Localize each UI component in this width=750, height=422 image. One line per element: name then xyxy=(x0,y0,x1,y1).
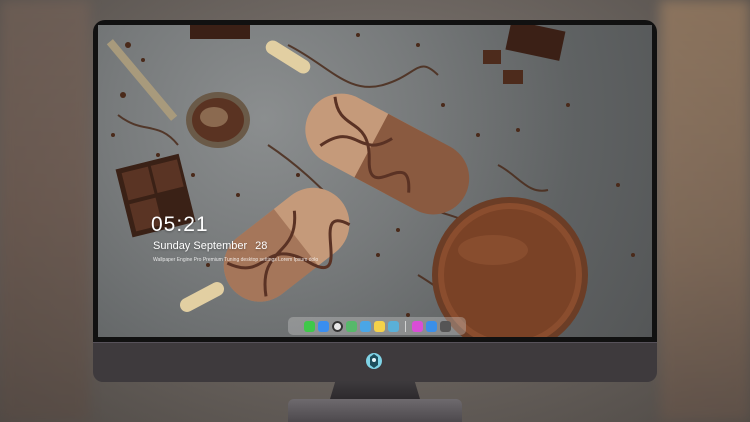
system-icon[interactable] xyxy=(439,320,451,332)
date-day: 28 xyxy=(255,240,268,252)
monitor-chin xyxy=(93,342,657,382)
lock-clock: 05:21 xyxy=(151,213,209,236)
maps-icon[interactable] xyxy=(345,320,357,332)
messages-icon[interactable] xyxy=(303,320,315,332)
monitor: 05:21 Sunday September 28 Wallpaper Engin… xyxy=(93,20,657,382)
finder-icon[interactable] xyxy=(317,320,329,332)
lock-date: Sunday September 28 xyxy=(153,240,267,252)
dock-separator xyxy=(404,320,406,332)
videos-icon[interactable] xyxy=(359,320,371,332)
dock xyxy=(288,317,466,335)
wallpaper xyxy=(106,25,635,337)
monitor-bezel: 05:21 Sunday September 28 Wallpaper Engin… xyxy=(93,20,657,342)
screen: 05:21 Sunday September 28 Wallpaper Engin… xyxy=(98,25,652,337)
appstore-icon[interactable] xyxy=(425,320,437,332)
clock-icon[interactable] xyxy=(331,320,343,332)
lock-notice: Wallpaper Engine Pro Premium Tuning desk… xyxy=(153,257,318,263)
brand-logo-icon xyxy=(366,353,382,369)
music-icon[interactable] xyxy=(411,320,423,332)
background-left xyxy=(0,0,90,422)
photos-icon[interactable] xyxy=(387,320,399,332)
monitor-stand-neck xyxy=(330,381,420,399)
monitor-stand-base xyxy=(288,399,462,422)
background-right xyxy=(660,0,750,422)
date-weekday-month: Sunday September xyxy=(153,240,248,252)
notes-icon[interactable] xyxy=(373,320,385,332)
